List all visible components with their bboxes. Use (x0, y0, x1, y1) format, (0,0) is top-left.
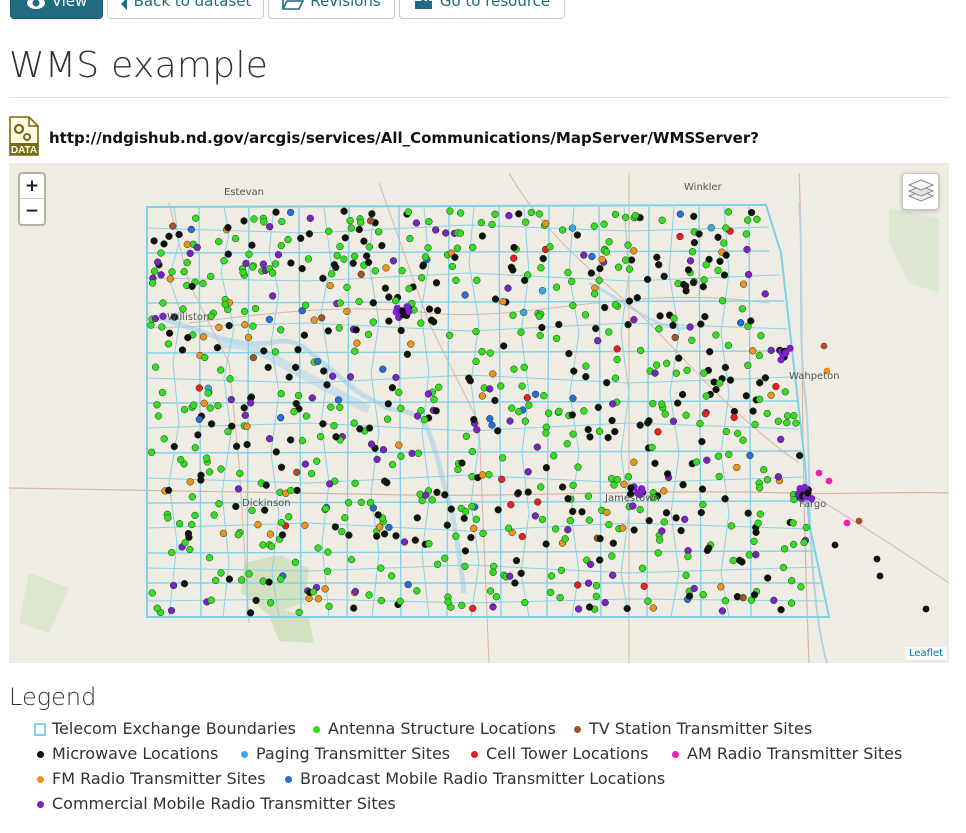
legend-label: Commercial Mobile Radio Transmitter Site… (52, 794, 396, 813)
legend-item-fm-radio: FM Radio Transmitter Sites (34, 769, 266, 789)
chevron-left-icon (120, 0, 128, 10)
legend-item-telecom-exchange-boundaries: Telecom Exchange Boundaries (34, 719, 296, 739)
legend-label: Telecom Exchange Boundaries (52, 719, 296, 738)
view-label: View (51, 0, 88, 10)
place-label-estevan: Estevan (224, 187, 264, 198)
map-viewport[interactable]: Estevan Winkler Williston Dickinson Jame… (9, 163, 949, 663)
legend-item-paging: Paging Transmitter Sites (238, 744, 450, 764)
legend-item-broadcast-mobile-radio: Broadcast Mobile Radio Transmitter Locat… (282, 769, 665, 789)
legend-swatch-dot (238, 748, 250, 760)
legend-swatch-dot (571, 723, 583, 735)
legend-swatch-dot (34, 773, 46, 785)
layers-icon (907, 178, 934, 206)
legend-label: TV Station Transmitter Sites (589, 719, 813, 738)
data-file-icon: DATA (9, 116, 39, 156)
back-to-dataset-button[interactable]: Back to dataset (107, 0, 264, 19)
legend-label: Cell Tower Locations (486, 744, 649, 763)
place-label-fargo: Fargo (799, 499, 827, 510)
zoom-in-button[interactable]: + (20, 174, 44, 199)
legend-item-antenna-structure: Antenna Structure Locations (310, 719, 556, 739)
zoom-out-button[interactable]: − (20, 199, 44, 224)
layers-control-button[interactable] (902, 173, 939, 210)
place-label-jamestown: Jamestown (605, 493, 660, 504)
resource-url-link[interactable]: http://ndgishub.nd.gov/arcgis/services/A… (49, 128, 759, 148)
legend-label: Paging Transmitter Sites (256, 744, 451, 763)
legend-label: Microwave Locations (52, 744, 219, 763)
place-label-winkler: Winkler (684, 182, 722, 193)
legend-item-cell-tower: Cell Tower Locations (468, 744, 648, 764)
legend-swatch-dot (282, 773, 294, 785)
legend-label: Antenna Structure Locations (328, 719, 556, 738)
legend-swatch-dot (34, 748, 46, 760)
legend-swatch-dot (34, 798, 46, 810)
revisions-label: Revisions (310, 0, 381, 10)
place-label-williston: Williston (167, 312, 210, 323)
legend-label: FM Radio Transmitter Sites (52, 769, 266, 788)
legend-label: AM Radio Transmitter Sites (687, 744, 903, 763)
resource-toolbar: View Back to dataset Revisions Go to res… (10, 0, 570, 19)
legend-swatch-box (34, 722, 46, 736)
legend-swatch-dot (310, 723, 322, 735)
page-title: WMS example (9, 45, 269, 86)
legend-item-commercial-mobile-radio: Commercial Mobile Radio Transmitter Site… (34, 794, 396, 814)
go-to-resource-button[interactable]: Go to resource (399, 0, 565, 19)
place-label-wahpeton: Wahpeton (789, 371, 840, 382)
place-label-dickinson: Dickinson (242, 498, 291, 509)
title-divider (9, 97, 949, 98)
folder-open-icon (282, 0, 305, 10)
legend-item-tv-station: TV Station Transmitter Sites (571, 719, 812, 739)
zoom-control: + − (18, 172, 46, 226)
goto-label: Go to resource (439, 0, 551, 10)
external-link-icon (414, 0, 434, 10)
legend-item-microwave: Microwave Locations (34, 744, 218, 764)
legend-label: Broadcast Mobile Radio Transmitter Locat… (300, 769, 666, 788)
revisions-button[interactable]: Revisions (268, 0, 395, 19)
leaflet-attribution-link[interactable]: Leaflet (905, 647, 948, 660)
legend-title: Legend (9, 683, 97, 711)
eye-icon (26, 0, 46, 10)
data-badge-text: DATA (11, 145, 37, 156)
legend-swatch-dot (669, 748, 681, 760)
legend-item-am-radio: AM Radio Transmitter Sites (669, 744, 902, 764)
legend-swatch-dot (468, 748, 480, 760)
map-canvas (9, 163, 949, 663)
view-button[interactable]: View (10, 0, 103, 19)
back-label: Back to dataset (133, 0, 252, 10)
